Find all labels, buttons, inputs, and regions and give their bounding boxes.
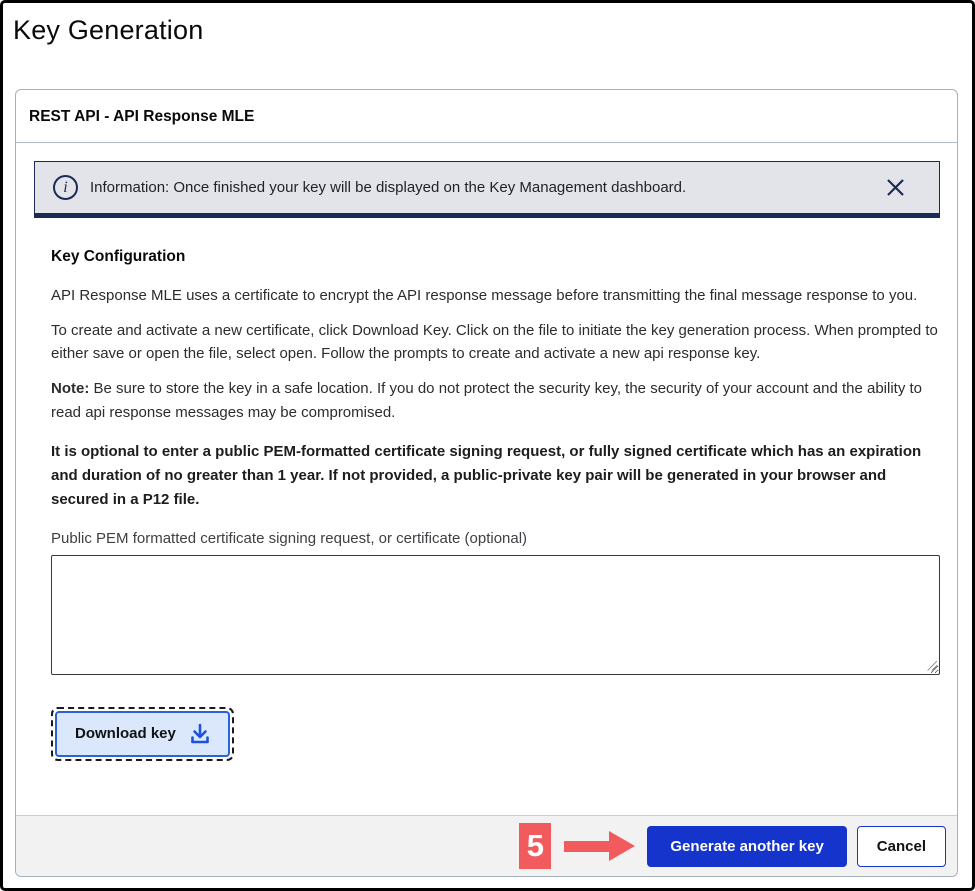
info-icon: i (53, 175, 78, 200)
card-header: REST API - API Response MLE (16, 90, 957, 143)
download-key-button[interactable]: Download key (55, 711, 230, 757)
optional-paragraph: It is optional to enter a public PEM-for… (51, 440, 940, 511)
close-icon (885, 177, 906, 198)
instructions-paragraph: To create and activate a new certificate… (51, 319, 940, 366)
pem-textarea-wrap (51, 555, 940, 675)
info-banner: i Information: Once finished your key wi… (34, 161, 940, 218)
card-header-label: REST API - API Response MLE (29, 108, 254, 125)
section-heading: Key Configuration (51, 248, 940, 266)
intro-paragraph: API Response MLE uses a certificate to e… (51, 284, 940, 308)
key-generation-page: Key Generation REST API - API Response M… (0, 0, 975, 891)
page-title: Key Generation (3, 3, 972, 46)
pem-textarea-label: Public PEM formatted certificate signing… (51, 530, 940, 547)
step-number-badge: 5 (519, 823, 551, 869)
pem-certificate-input[interactable] (51, 555, 940, 675)
key-generation-card: REST API - API Response MLE i Informatio… (15, 89, 958, 877)
cancel-button[interactable]: Cancel (857, 826, 946, 867)
note-text: Be sure to store the key in a safe locat… (51, 380, 922, 421)
note-label: Note: (51, 380, 89, 397)
download-key-focus-ring: Download key (51, 707, 234, 761)
generate-another-key-button[interactable]: Generate another key (647, 826, 846, 867)
arrow-shaft (564, 841, 609, 852)
banner-close-button[interactable] (883, 175, 908, 200)
card-footer: 5 Generate another key Cancel (16, 815, 957, 876)
arrow-right-annotation (564, 831, 635, 861)
card-body: i Information: Once finished your key wi… (16, 143, 957, 761)
key-configuration-section: Key Configuration API Response MLE uses … (34, 218, 940, 761)
download-key-label: Download key (75, 725, 176, 742)
note-paragraph: Note: Be sure to store the key in a safe… (51, 377, 940, 424)
arrow-head (609, 831, 635, 861)
info-banner-text: Information: Once finished your key will… (90, 179, 686, 196)
download-icon (188, 722, 212, 746)
